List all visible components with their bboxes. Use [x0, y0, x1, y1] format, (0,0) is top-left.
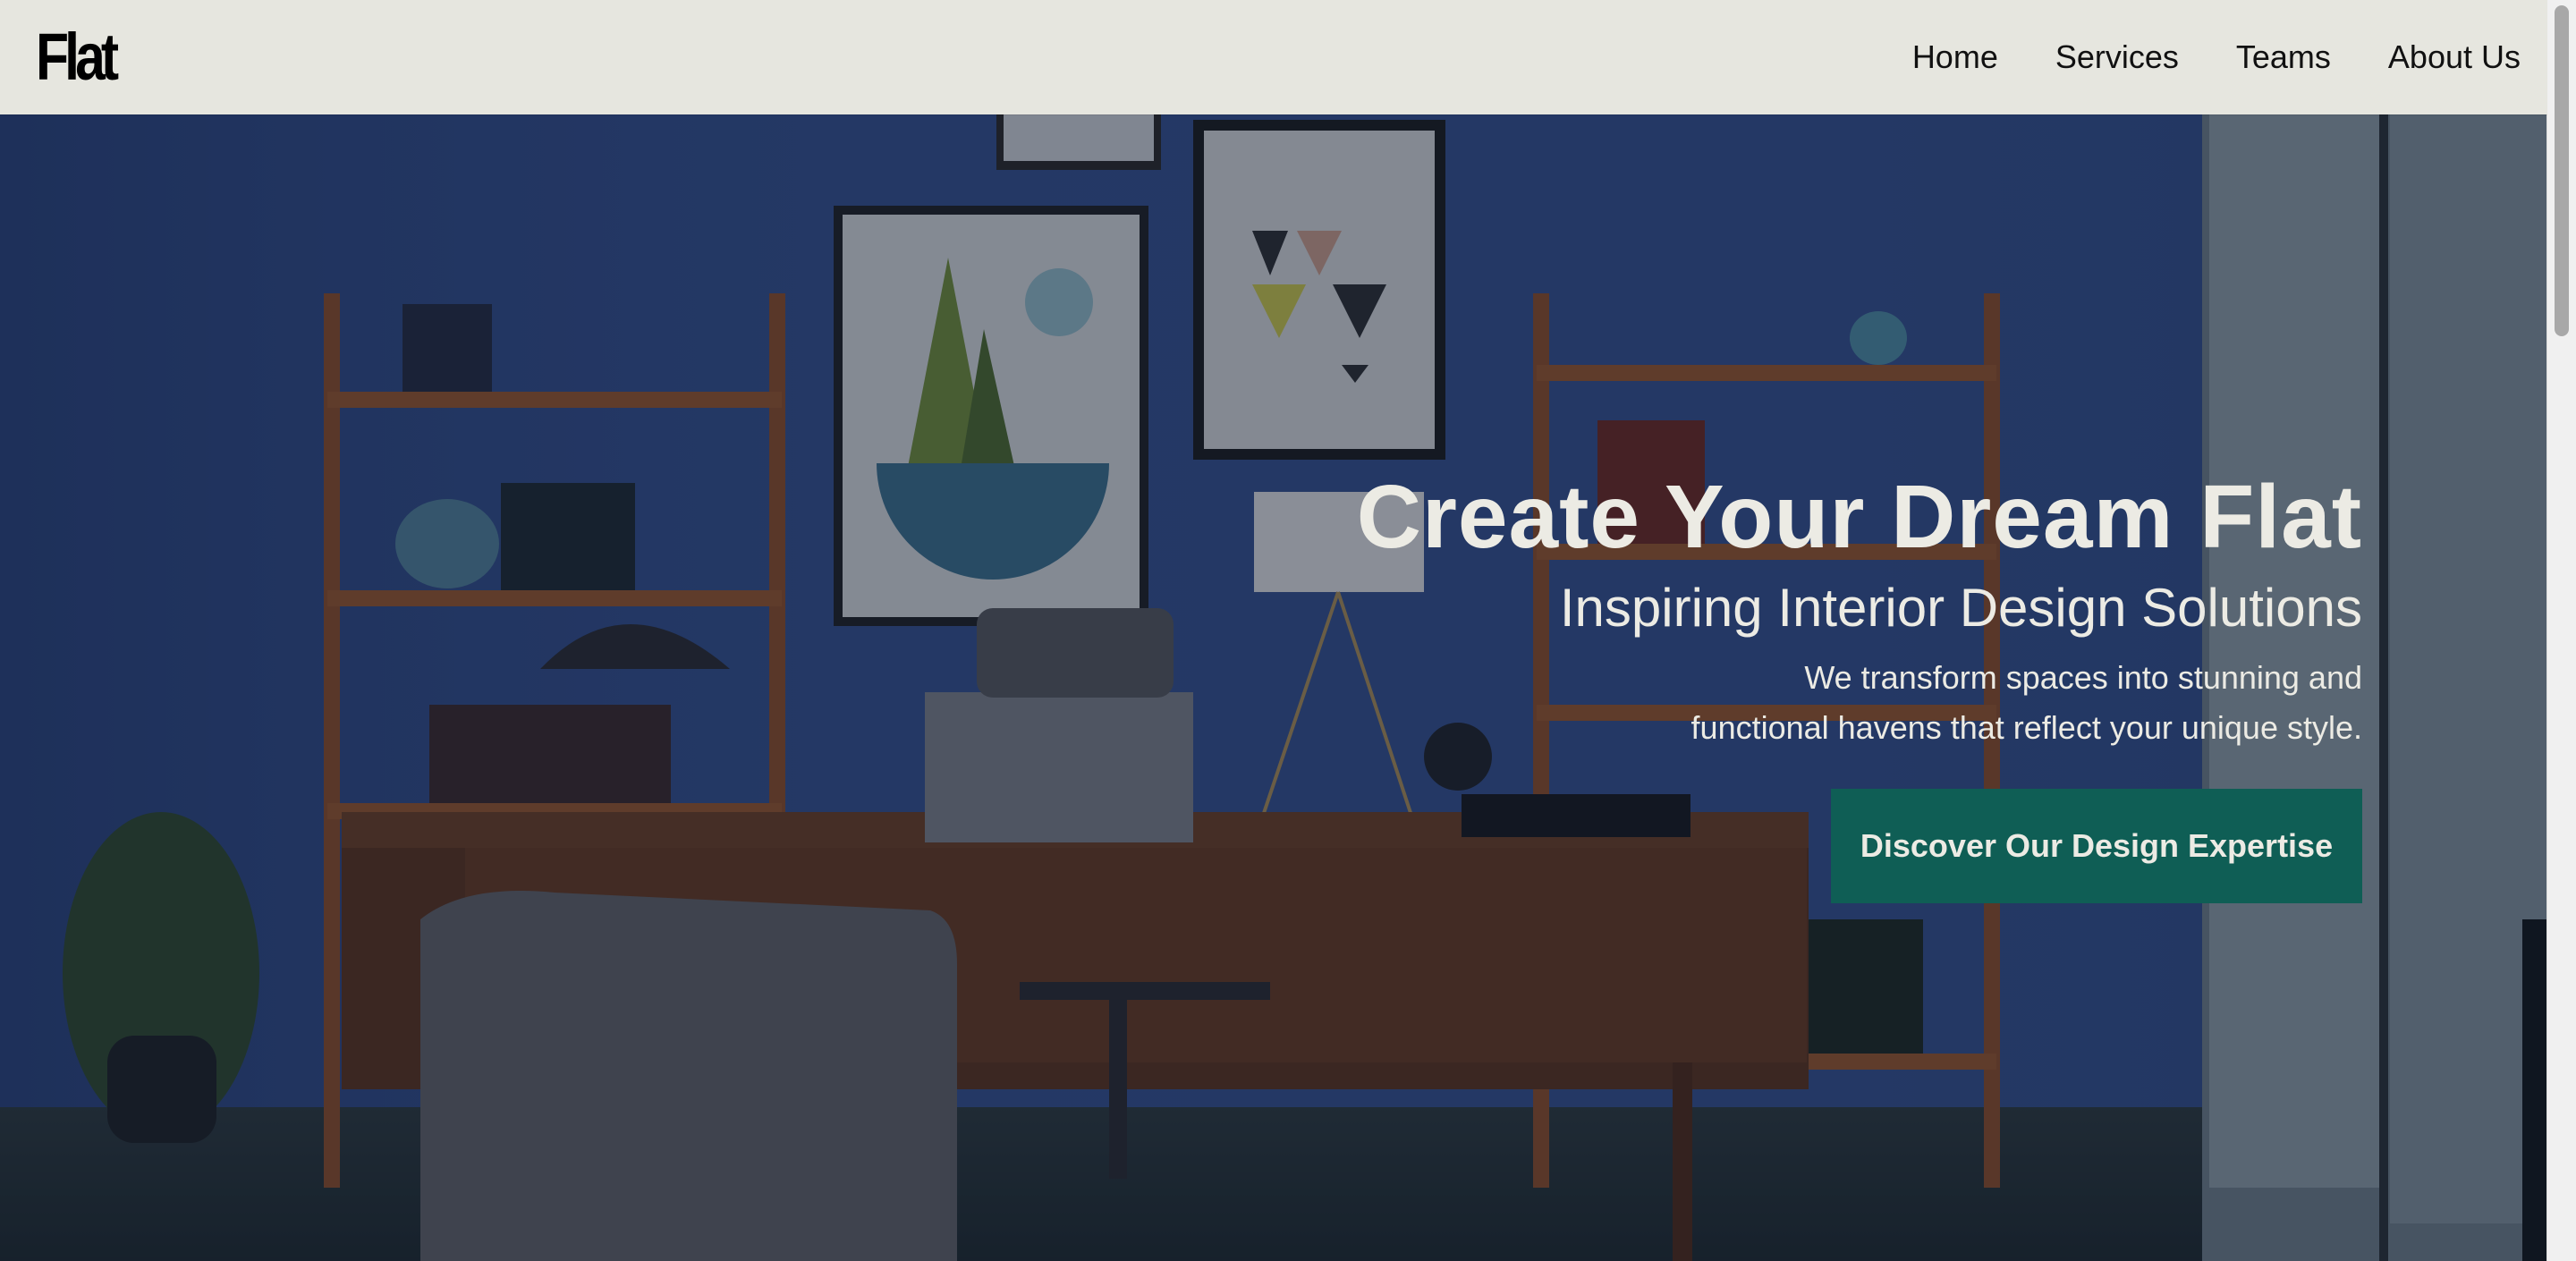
nav-link-home[interactable]: Home — [1912, 38, 1998, 76]
hero-description-line-1: We transform spaces into stunning and — [1804, 659, 2362, 696]
hero-content: Create Your Dream Flat Inspiring Interio… — [1199, 463, 2362, 903]
main-nav: Home Services Teams About Us — [1912, 0, 2521, 114]
nav-link-teams[interactable]: Teams — [2236, 38, 2331, 76]
hero-section: Create Your Dream Flat Inspiring Interio… — [0, 114, 2547, 1261]
brand-logo[interactable]: Flat — [36, 20, 119, 95]
hero-subtitle: Inspiring Interior Design Solutions — [1559, 578, 2362, 638]
hero-title: Create Your Dream Flat — [1356, 467, 2362, 567]
hero-description-line-2: functional havens that reflect your uniq… — [1690, 709, 2362, 746]
scrollbar-thumb[interactable] — [2555, 5, 2569, 336]
hero-description: We transform spaces into stunning and fu… — [1199, 653, 2362, 753]
page: Flat Home Services Teams About Us Create… — [0, 0, 2576, 1261]
discover-expertise-button[interactable]: Discover Our Design Expertise — [1831, 789, 2362, 903]
nav-link-services[interactable]: Services — [2055, 38, 2179, 76]
top-navbar: Flat Home Services Teams About Us — [0, 0, 2547, 114]
nav-link-about-us[interactable]: About Us — [2388, 38, 2521, 76]
vertical-scrollbar[interactable] — [2546, 0, 2576, 1261]
